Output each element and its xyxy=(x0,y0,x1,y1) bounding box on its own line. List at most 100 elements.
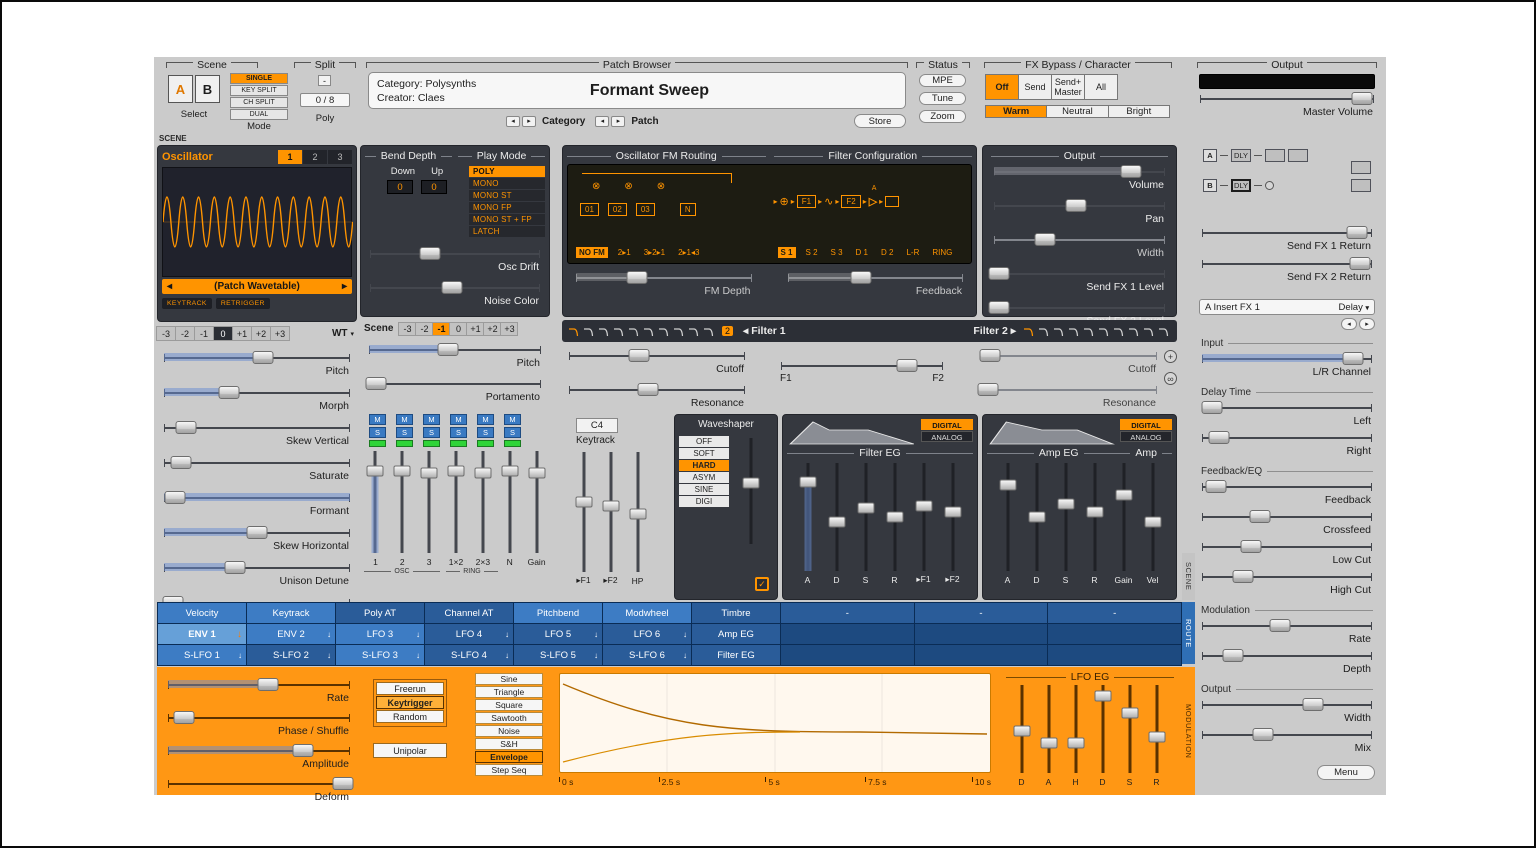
mod-source-cell[interactable]: Pitchbend xyxy=(514,603,602,623)
mod-source-cell[interactable]: ENV 2↓ xyxy=(247,624,335,644)
split-value[interactable]: - xyxy=(318,75,331,86)
slider-handle[interactable] xyxy=(1302,698,1323,711)
slider-handle[interactable] xyxy=(1346,226,1367,239)
slider-handle[interactable] xyxy=(441,281,462,294)
slider-handle[interactable] xyxy=(629,509,646,520)
wavetable-name[interactable]: (Patch Wavetable) xyxy=(177,281,337,292)
retrigger-toggle[interactable]: RETRIGGER xyxy=(216,298,270,309)
slider-handle[interactable] xyxy=(897,359,918,372)
waveshaper-mode-option[interactable]: SINE xyxy=(679,484,729,495)
mod-source-cell[interactable]: LFO 5↓ xyxy=(514,624,602,644)
octave-cell[interactable]: -1 xyxy=(432,322,450,336)
fx-slot-empty[interactable] xyxy=(1265,149,1285,162)
mod-source-cell[interactable]: - xyxy=(915,603,1048,623)
slider[interactable]: Left xyxy=(1199,402,1375,428)
mute-button[interactable]: M xyxy=(504,414,521,425)
octave-cell[interactable]: +3 xyxy=(500,322,518,336)
slider-handle[interactable] xyxy=(1066,199,1087,212)
mod-arrow-icon[interactable]: ↓ xyxy=(238,651,242,660)
wt-selector[interactable]: WT xyxy=(332,328,348,339)
filter-type-icon[interactable] xyxy=(1113,326,1126,337)
slider[interactable]: Osc Drift xyxy=(367,248,543,278)
slider[interactable]: Rate xyxy=(1199,620,1375,646)
slider[interactable]: 2 xyxy=(389,449,416,567)
slider-handle[interactable] xyxy=(575,497,592,508)
slider-handle[interactable] xyxy=(332,777,353,790)
character-button[interactable]: Neutral xyxy=(1046,105,1108,118)
slider-handle[interactable] xyxy=(1115,490,1132,501)
mod-source-cell[interactable]: LFO 4↓ xyxy=(425,624,513,644)
lfo-shape-option[interactable]: Envelope xyxy=(475,751,543,763)
mod-arrow-icon[interactable]: ↓ xyxy=(683,651,687,660)
slider[interactable]: ▸F1 xyxy=(909,461,938,585)
mod-source-cell[interactable]: S-LFO 2↓ xyxy=(247,645,335,665)
lfo-display[interactable] xyxy=(559,673,991,773)
slider[interactable]: Send FX 1 Return xyxy=(1199,227,1375,254)
filter-type-icon[interactable] xyxy=(568,326,581,337)
mod-arrow-icon[interactable]: ↓ xyxy=(237,629,242,640)
character-button[interactable]: Warm xyxy=(985,105,1047,118)
octave-cell[interactable]: -2 xyxy=(175,326,195,341)
filter-subtype-badge[interactable]: 2 xyxy=(722,326,733,336)
slider[interactable]: H xyxy=(1062,683,1089,787)
fx-slot-empty[interactable] xyxy=(1351,161,1371,174)
mod-source-cell[interactable]: Modwheel xyxy=(603,603,691,623)
slider-handle[interactable] xyxy=(438,343,459,356)
slider[interactable]: Noise Color xyxy=(367,282,543,312)
slider[interactable]: Rate xyxy=(165,679,353,708)
mod-source-cell[interactable]: ENV 1↓ xyxy=(158,624,246,644)
slider[interactable]: Portamento xyxy=(366,378,544,408)
slider[interactable]: ▸F1 xyxy=(570,450,597,586)
mod-arrow-icon[interactable]: ↓ xyxy=(594,630,598,639)
slider[interactable]: Send FX 2 Return xyxy=(1199,258,1375,285)
mod-source-cell[interactable]: S-LFO 4↓ xyxy=(425,645,513,665)
mod-arrow-icon[interactable]: ↓ xyxy=(594,651,598,660)
play-mode-option[interactable]: MONO ST xyxy=(469,190,545,201)
mute-button[interactable]: M xyxy=(450,414,467,425)
fx-bypass-button[interactable]: Send+ Master xyxy=(1051,74,1085,100)
slider[interactable] xyxy=(738,436,765,558)
mute-button[interactable]: M xyxy=(423,414,440,425)
fm-routing-option[interactable]: 3▸2▸1 xyxy=(641,247,668,258)
mod-source-cell[interactable]: Timbre xyxy=(692,603,780,623)
fx-chain-a-box[interactable]: A xyxy=(1203,149,1217,162)
fx-bypass-button[interactable]: All xyxy=(1084,74,1118,100)
octave-cell[interactable]: +2 xyxy=(483,322,501,336)
slider[interactable]: HP xyxy=(624,450,651,586)
slider-handle[interactable] xyxy=(421,468,438,479)
fx-type-dropdown[interactable]: Delay ▾ xyxy=(1339,302,1369,313)
slider[interactable]: Amplitude xyxy=(165,745,353,774)
bend-up-value[interactable]: 0 xyxy=(421,180,447,194)
slider-handle[interactable] xyxy=(799,477,816,488)
patch-name[interactable]: Formant Sweep xyxy=(544,82,755,100)
scene-a-button[interactable]: A xyxy=(168,75,193,103)
slider-handle[interactable] xyxy=(258,678,279,691)
slider[interactable]: Crossfeed xyxy=(1199,511,1375,537)
fx-next-button[interactable]: ▸ xyxy=(1359,318,1375,330)
slider[interactable]: ▸F2 xyxy=(597,450,624,586)
slider-handle[interactable] xyxy=(474,468,491,479)
mod-source-cell[interactable]: Poly AT xyxy=(336,603,424,623)
waveshaper-mode-option[interactable]: ASYM xyxy=(679,472,729,483)
slider[interactable]: S xyxy=(1116,683,1143,787)
slider[interactable]: Skew Horizontal xyxy=(161,527,353,558)
slider[interactable]: L/R Channel xyxy=(1199,353,1375,379)
slider-handle[interactable] xyxy=(1040,738,1057,749)
octave-cell[interactable]: +1 xyxy=(232,326,252,341)
slider[interactable]: High Cut xyxy=(1199,571,1375,597)
lfo-shape-option[interactable]: Sawtooth xyxy=(475,712,543,724)
slider[interactable]: Phase / Shuffle xyxy=(165,712,353,741)
waveform-display[interactable] xyxy=(162,167,352,277)
scene-mode-button[interactable]: KEY SPLIT xyxy=(230,85,288,96)
category-next-button[interactable]: ▸ xyxy=(522,116,536,127)
slider-handle[interactable] xyxy=(365,377,386,390)
mod-source-cell[interactable]: Channel AT xyxy=(425,603,513,623)
lfo-shape-option[interactable]: Noise xyxy=(475,725,543,737)
mod-source-cell[interactable]: Filter EG xyxy=(692,645,780,665)
mod-source-cell[interactable]: - xyxy=(781,603,914,623)
mod-arrow-icon[interactable]: ↓ xyxy=(416,651,420,660)
slider[interactable]: D xyxy=(1022,461,1051,585)
lfo-trigger-option[interactable]: Keytrigger xyxy=(376,696,444,709)
filter-type-icon[interactable] xyxy=(1128,326,1141,337)
mod-arrow-icon[interactable]: ↓ xyxy=(683,630,687,639)
